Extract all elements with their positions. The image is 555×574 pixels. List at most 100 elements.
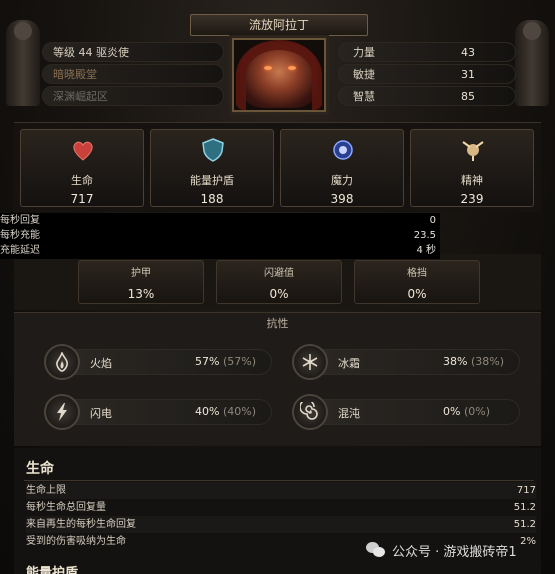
life-value: 51.2 bbox=[513, 519, 536, 530]
recovery-tooltip: 每秒回复 0 每秒充能 23.5 充能延迟 4 秒 bbox=[0, 213, 440, 259]
life-value: 51.2 bbox=[513, 502, 536, 513]
stat-value: 239 bbox=[460, 192, 484, 206]
resistance-fire[interactable]: 火焰 57% (57%) bbox=[44, 344, 272, 380]
watermark-text: 公众号 · 游戏搬砖帝1 bbox=[392, 544, 517, 560]
attribute-label: 敏捷 bbox=[353, 68, 375, 81]
energy-shield-section-title: 能量护盾 bbox=[26, 566, 79, 574]
defense-value: 0% bbox=[407, 287, 427, 301]
lightning-icon bbox=[44, 394, 80, 430]
defense-stats: 护甲 13% 闪避值 0% 格挡 0% bbox=[14, 254, 541, 310]
stat-card-mana[interactable]: 魔力 398 bbox=[280, 129, 404, 207]
defense-label: 闪避值 bbox=[264, 268, 294, 279]
portrait-eye-left bbox=[264, 66, 272, 70]
recovery-label: 充能延迟 bbox=[0, 245, 40, 256]
stat-card-life[interactable]: 生命 717 bbox=[20, 129, 144, 207]
resistance-label: 闪电 bbox=[90, 407, 112, 420]
resistance-cap: (38%) bbox=[470, 355, 504, 368]
mana-icon bbox=[329, 136, 357, 164]
life-label: 受到的伤害吸纳为生命 bbox=[26, 536, 126, 547]
defense-armour[interactable]: 护甲 13% bbox=[78, 260, 204, 304]
resistance-value: 57% bbox=[195, 355, 220, 368]
defense-evasion[interactable]: 闪避值 0% bbox=[216, 260, 342, 304]
heart-icon bbox=[69, 136, 97, 164]
defense-value: 13% bbox=[127, 287, 155, 301]
recovery-value: 4 秒 bbox=[416, 245, 436, 256]
defense-label: 格挡 bbox=[407, 268, 427, 279]
class-name: 驱炎使 bbox=[96, 46, 129, 59]
attribute-dexterity[interactable]: 敏捷 31 bbox=[338, 64, 516, 84]
resistance-cap: (0%) bbox=[463, 405, 490, 418]
defense-label: 护甲 bbox=[131, 268, 151, 279]
life-label: 生命上限 bbox=[26, 485, 66, 496]
attribute-value: 31 bbox=[461, 68, 475, 81]
character-name: 流放阿拉丁 bbox=[190, 14, 368, 36]
resistance-value-group: 0% (0%) bbox=[443, 405, 490, 418]
resistance-cold[interactable]: 冰霜 38% (38%) bbox=[292, 344, 520, 380]
attribute-value: 43 bbox=[461, 46, 475, 59]
defense-block[interactable]: 格挡 0% bbox=[354, 260, 480, 304]
life-row: 来自再生的每秒生命回复 51.2 bbox=[26, 516, 536, 533]
life-label: 每秒生命总回复量 bbox=[26, 502, 106, 513]
life-label: 来自再生的每秒生命回复 bbox=[26, 519, 136, 530]
recovery-label: 每秒充能 bbox=[0, 230, 40, 241]
resistance-value: 0% bbox=[443, 405, 461, 418]
attribute-label: 力量 bbox=[353, 46, 375, 59]
attribute-label: 智慧 bbox=[353, 90, 375, 103]
recovery-value: 0 bbox=[429, 215, 436, 226]
character-portrait[interactable] bbox=[232, 38, 326, 112]
resistance-label: 混沌 bbox=[338, 407, 360, 420]
snowflake-icon bbox=[292, 344, 328, 380]
life-section-title: 生命 bbox=[26, 461, 54, 477]
statue-right-decoration bbox=[515, 20, 549, 106]
wechat-icon bbox=[366, 542, 386, 558]
fire-icon bbox=[44, 344, 80, 380]
attribute-intelligence[interactable]: 智慧 85 bbox=[338, 86, 516, 106]
character-sheet: 流放阿拉丁 等级 44 驱炎使 暗晓殿堂 深渊崛起区 力量 43 敏捷 31 智… bbox=[0, 0, 555, 574]
portrait-eye-right bbox=[288, 66, 296, 70]
resistance-value: 40% bbox=[195, 405, 220, 418]
resistance-panel: 抗性 火焰 57% (57%) 冰霜 38% (38%) 闪电 40% (40%… bbox=[14, 312, 541, 446]
stat-value: 398 bbox=[330, 192, 354, 206]
spirit-icon bbox=[459, 136, 487, 164]
recovery-row: 每秒充能 23.5 bbox=[0, 228, 440, 243]
life-value: 717 bbox=[516, 485, 536, 496]
resistance-chaos[interactable]: 混沌 0% (0%) bbox=[292, 394, 520, 430]
stat-card-spirit[interactable]: 精神 239 bbox=[410, 129, 534, 207]
league-row: 暗晓殿堂 bbox=[42, 64, 224, 84]
recovery-value: 23.5 bbox=[413, 230, 436, 241]
stat-value: 717 bbox=[70, 192, 94, 206]
resistance-value-group: 57% (57%) bbox=[195, 355, 256, 368]
resistance-title: 抗性 bbox=[266, 317, 289, 330]
character-header: 流放阿拉丁 等级 44 驱炎使 暗晓殿堂 深渊崛起区 力量 43 敏捷 31 智… bbox=[0, 0, 555, 118]
level-prefix: 等级 bbox=[53, 46, 75, 59]
life-value: 2% bbox=[520, 536, 536, 547]
area-row: 深渊崛起区 bbox=[42, 86, 224, 106]
watermark: 公众号 · 游戏搬砖帝1 bbox=[366, 540, 517, 560]
stat-label: 能量护盾 bbox=[190, 174, 234, 187]
recovery-row: 充能延迟 4 秒 bbox=[0, 243, 440, 258]
shield-icon bbox=[199, 136, 227, 164]
stat-label: 魔力 bbox=[331, 174, 353, 187]
level-class-row: 等级 44 驱炎使 bbox=[42, 42, 224, 62]
attribute-value: 85 bbox=[461, 90, 475, 103]
level-value: 44 bbox=[78, 46, 93, 59]
recovery-label: 每秒回复 bbox=[0, 215, 40, 226]
resistance-value-group: 38% (38%) bbox=[443, 355, 504, 368]
resistance-lightning[interactable]: 闪电 40% (40%) bbox=[44, 394, 272, 430]
resistance-label: 火焰 bbox=[90, 357, 112, 370]
statue-left-decoration bbox=[6, 20, 40, 106]
life-row: 每秒生命总回复量 51.2 bbox=[26, 499, 536, 516]
resistance-label: 冰霜 bbox=[338, 357, 360, 370]
portrait-hair bbox=[236, 40, 322, 110]
resistance-cap: (40%) bbox=[222, 405, 256, 418]
resistance-value: 38% bbox=[443, 355, 468, 368]
stat-card-energy-shield[interactable]: 能量护盾 188 bbox=[150, 129, 274, 207]
resistance-cap: (57%) bbox=[222, 355, 256, 368]
stat-label: 精神 bbox=[461, 174, 483, 187]
attribute-strength[interactable]: 力量 43 bbox=[338, 42, 516, 62]
chaos-icon bbox=[292, 394, 328, 430]
resistance-value-group: 40% (40%) bbox=[195, 405, 256, 418]
defense-value: 0% bbox=[269, 287, 289, 301]
stat-label: 生命 bbox=[71, 174, 93, 187]
life-row: 生命上限 717 bbox=[26, 482, 536, 499]
